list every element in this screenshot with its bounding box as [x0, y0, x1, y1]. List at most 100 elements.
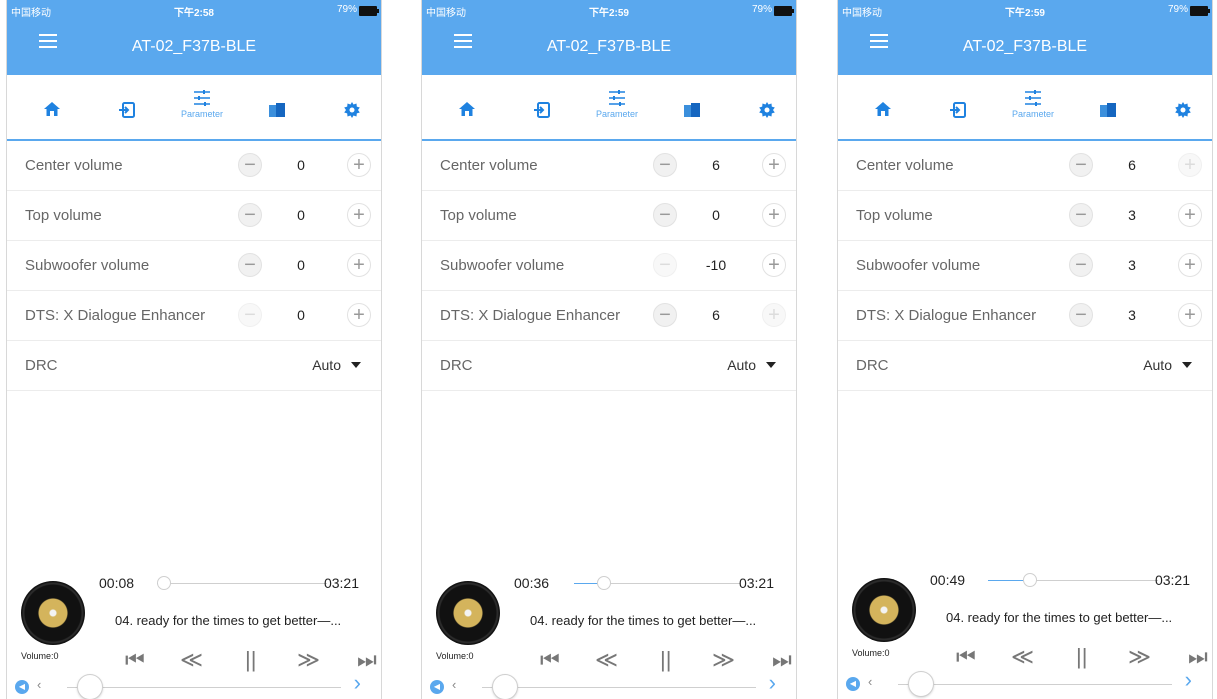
volume-knob[interactable] [77, 674, 103, 699]
tab-settings[interactable] [1158, 101, 1208, 119]
decrease-button[interactable]: − [1069, 253, 1093, 277]
decrease-button[interactable]: − [1069, 153, 1093, 177]
increase-button[interactable]: + [1178, 203, 1202, 227]
tab-input[interactable] [102, 101, 152, 119]
parameter-icon [194, 90, 210, 106]
param-label: DTS: X Dialogue Enhancer [856, 307, 1037, 324]
tab-parameter[interactable]: Parameter [177, 89, 227, 119]
decrease-button[interactable]: − [238, 153, 262, 177]
phone-screen: 中国移动 下午2:58 79% AT-02_F37B-BLE Parameter… [6, 0, 382, 699]
input-icon [534, 102, 550, 118]
progress-knob[interactable] [597, 576, 611, 590]
volume-icon[interactable]: ◀ [846, 677, 860, 691]
decrease-button[interactable]: − [238, 303, 262, 327]
drc-select[interactable]: Auto [727, 357, 756, 373]
tab-layers[interactable] [667, 101, 717, 119]
increase-button[interactable]: + [762, 303, 786, 327]
increase-button[interactable]: + [347, 203, 371, 227]
next-arrow-icon[interactable]: › [1185, 667, 1192, 693]
tab-home[interactable] [27, 101, 77, 117]
fast-forward-icon[interactable]: ≫ [297, 647, 320, 673]
volume-slider[interactable] [67, 674, 341, 699]
param-label: DRC [856, 357, 889, 374]
pause-icon[interactable]: || [1076, 644, 1087, 670]
tab-layers[interactable] [1083, 101, 1133, 119]
next-arrow-icon[interactable]: › [769, 670, 776, 696]
increase-button[interactable]: + [347, 253, 371, 277]
progress-knob[interactable] [1023, 573, 1037, 587]
volume-down-icon[interactable]: ‹ [37, 677, 41, 692]
elapsed-time: 00:49 [930, 572, 966, 588]
drc-select[interactable]: Auto [1143, 357, 1172, 373]
volume-slider[interactable] [482, 674, 756, 699]
volume-slider[interactable] [898, 671, 1172, 697]
rewind-icon[interactable]: ≪ [1011, 644, 1034, 670]
increase-button[interactable]: + [762, 253, 786, 277]
param-label: DTS: X Dialogue Enhancer [440, 307, 621, 324]
fast-forward-icon[interactable]: ≫ [712, 647, 735, 673]
caret-down-icon[interactable] [766, 362, 776, 368]
status-bar: 中国移动 下午2:59 79% [838, 0, 1212, 20]
volume-down-icon[interactable]: ‹ [868, 674, 872, 689]
elapsed-time: 00:36 [514, 575, 550, 591]
decrease-button[interactable]: − [653, 153, 677, 177]
drc-select[interactable]: Auto [312, 357, 341, 373]
param-label: Top volume [440, 207, 517, 224]
volume-knob[interactable] [908, 671, 934, 697]
increase-button[interactable]: + [762, 203, 786, 227]
pause-icon[interactable]: || [245, 647, 256, 673]
decrease-button[interactable]: − [1069, 203, 1093, 227]
tab-settings[interactable] [742, 101, 792, 119]
progress-slider[interactable] [157, 576, 327, 590]
tab-input[interactable] [933, 101, 983, 119]
skip-previous-icon[interactable]: ⏮ [125, 647, 145, 673]
skip-previous-icon[interactable]: ⏮ [540, 647, 560, 673]
next-arrow-icon[interactable]: › [354, 670, 361, 696]
tab-parameter[interactable]: Parameter [592, 89, 642, 119]
home-icon [459, 102, 475, 116]
progress-knob[interactable] [157, 576, 171, 590]
increase-button[interactable]: + [1178, 153, 1202, 177]
tab-input[interactable] [517, 101, 567, 119]
parameter-list: Center volume − 6 + Top volume − 0 + Sub… [422, 141, 796, 391]
increase-button[interactable]: + [762, 153, 786, 177]
tab-home[interactable] [858, 101, 908, 117]
volume-knob[interactable] [492, 674, 518, 699]
decrease-button[interactable]: − [653, 203, 677, 227]
input-icon [119, 102, 135, 118]
caret-down-icon[interactable] [1182, 362, 1192, 368]
tab-bar: Parameter [422, 75, 796, 141]
param-label: Center volume [856, 157, 954, 174]
parameter-icon [1025, 90, 1041, 106]
increase-button[interactable]: + [347, 303, 371, 327]
caret-down-icon[interactable] [351, 362, 361, 368]
tab-home[interactable] [442, 101, 492, 117]
tab-parameter[interactable]: Parameter [1008, 89, 1058, 119]
decrease-button[interactable]: − [653, 253, 677, 277]
decrease-button[interactable]: − [653, 303, 677, 327]
tab-layers[interactable] [252, 101, 302, 119]
rewind-icon[interactable]: ≪ [595, 647, 618, 673]
volume-icon[interactable]: ◀ [15, 680, 29, 694]
param-value: 0 [297, 307, 305, 323]
gear-icon [1175, 102, 1191, 118]
app-bar: AT-02_F37B-BLE [7, 20, 381, 75]
progress-slider[interactable] [574, 576, 740, 590]
volume-icon[interactable]: ◀ [430, 680, 444, 694]
battery-percent: 79% [751, 4, 772, 15]
increase-button[interactable]: + [1178, 253, 1202, 277]
volume-down-icon[interactable]: ‹ [452, 677, 456, 692]
tab-settings[interactable] [327, 101, 377, 119]
elapsed-time: 00:08 [99, 575, 135, 591]
rewind-icon[interactable]: ≪ [180, 647, 203, 673]
increase-button[interactable]: + [347, 153, 371, 177]
fast-forward-icon[interactable]: ≫ [1128, 644, 1151, 670]
decrease-button[interactable]: − [238, 253, 262, 277]
skip-previous-icon[interactable]: ⏮ [956, 644, 976, 670]
pause-icon[interactable]: || [660, 647, 671, 673]
decrease-button[interactable]: − [238, 203, 262, 227]
decrease-button[interactable]: − [1069, 303, 1093, 327]
drc-row: DRC Auto [7, 341, 381, 391]
increase-button[interactable]: + [1178, 303, 1202, 327]
progress-slider[interactable] [988, 573, 1158, 587]
